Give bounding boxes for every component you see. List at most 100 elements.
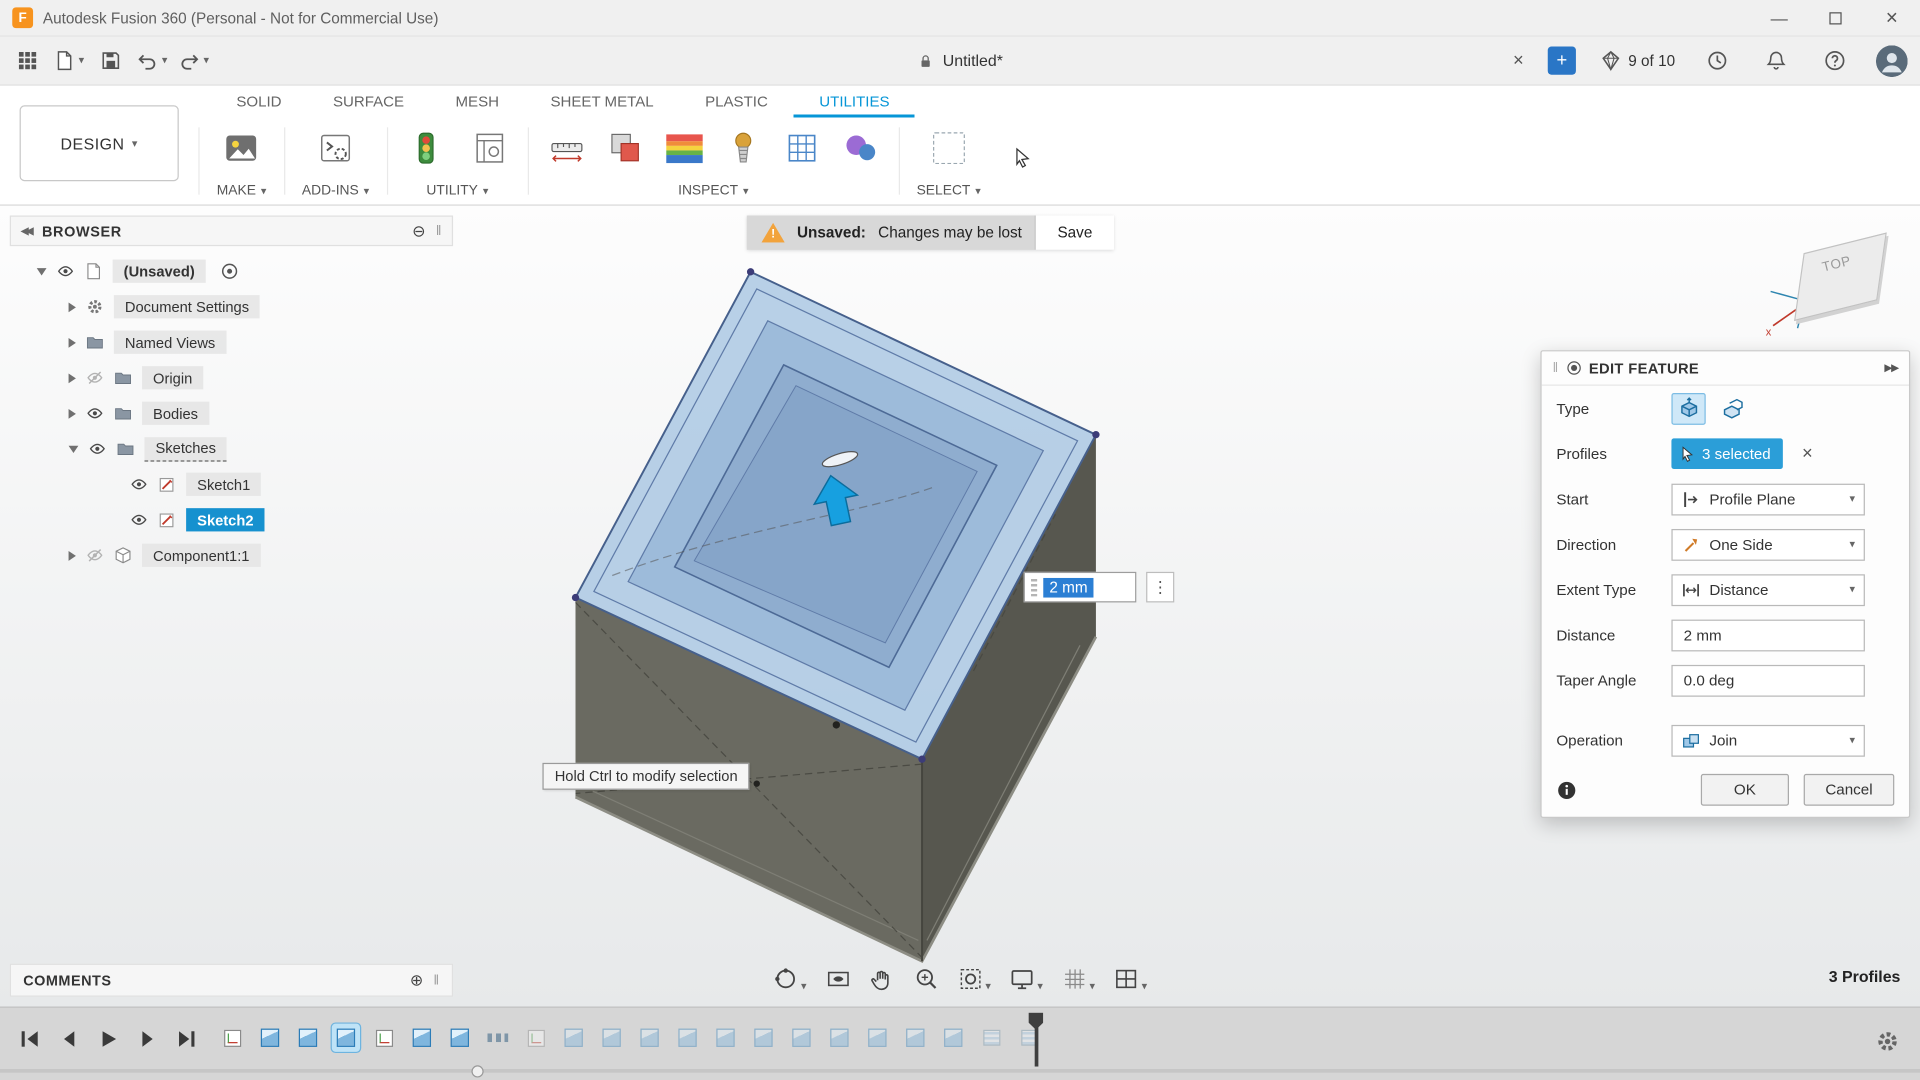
go-to-end-button[interactable] [174, 1026, 200, 1055]
browser-item-root[interactable]: (Unsaved) [10, 253, 453, 289]
interference-button[interactable] [604, 127, 646, 169]
file-menu-button[interactable]: ▾ [51, 43, 85, 77]
job-status-button[interactable] [1700, 43, 1734, 77]
ok-button[interactable]: OK [1701, 774, 1789, 806]
vertex-point[interactable] [1092, 431, 1099, 438]
clear-selection-button[interactable]: × [1795, 443, 1819, 464]
timeline-feature-item[interactable] [522, 1024, 550, 1052]
user-avatar[interactable] [1876, 45, 1908, 77]
tab-utilities[interactable]: UTILITIES [794, 86, 916, 118]
minimize-button[interactable]: — [1751, 0, 1807, 36]
timeline-scroll-knob[interactable] [471, 1065, 483, 1077]
select-group-label[interactable]: SELECT▾ [917, 178, 981, 205]
direction-dropdown[interactable]: One Side ▾ [1671, 528, 1864, 560]
utility-group-label[interactable]: UTILITY▾ [426, 178, 488, 205]
timeline-feature-item[interactable] [673, 1024, 701, 1052]
profiles-selected-button[interactable]: 3 selected [1671, 438, 1783, 469]
timeline-feature-item[interactable] [939, 1024, 967, 1052]
vertex-point[interactable] [918, 756, 925, 763]
visibility-eye-icon[interactable] [56, 262, 74, 280]
step-forward-button[interactable] [135, 1026, 161, 1055]
visibility-eye-icon[interactable] [86, 404, 104, 422]
timeline-feature-item[interactable] [218, 1024, 246, 1052]
expander-icon[interactable] [69, 337, 76, 347]
timeline-feature-item[interactable] [636, 1024, 664, 1052]
timeline-settings-button[interactable] [1875, 1029, 1901, 1058]
timeline-scrollbar[interactable] [0, 1069, 1920, 1073]
tab-solid[interactable]: SOLID [211, 86, 308, 118]
measure-button[interactable] [546, 127, 588, 169]
dialog-expand-icon[interactable]: ▶▶ [1884, 361, 1898, 374]
visibility-eye-icon[interactable] [88, 440, 106, 458]
play-button[interactable] [96, 1026, 122, 1055]
timeline-feature-item[interactable] [901, 1024, 929, 1052]
display-settings-button[interactable]: ▾ [1006, 962, 1047, 995]
document-tab[interactable]: Untitled* [917, 51, 1003, 69]
browser-item-sketches[interactable]: Sketches [10, 431, 453, 467]
make-button[interactable] [221, 127, 263, 169]
info-icon[interactable] [1556, 779, 1577, 800]
record-icon[interactable] [220, 262, 238, 280]
tab-plastic[interactable]: PLASTIC [679, 86, 793, 118]
curvature-analysis-button[interactable] [663, 127, 705, 169]
close-button[interactable]: × [1864, 0, 1920, 36]
timeline-feature-item[interactable] [711, 1024, 739, 1052]
comments-panel[interactable]: COMMENTS ⊕ ‖ [10, 964, 453, 997]
taper-angle-input[interactable]: 0.0 deg [1671, 664, 1864, 696]
dialog-drag-handle[interactable]: ‖ [1553, 361, 1559, 376]
view-cube[interactable]: TOP x [1761, 223, 1910, 341]
timeline-feature-item[interactable] [370, 1024, 398, 1052]
timeline-feature-item[interactable] [408, 1024, 436, 1052]
visibility-off-icon[interactable] [86, 546, 104, 564]
tab-close-button[interactable]: × [1504, 46, 1533, 75]
display-analysis-button[interactable] [839, 127, 881, 169]
panel-drag-handle[interactable]: ‖ [436, 223, 442, 238]
extensions-button[interactable]: 9 of 10 [1599, 49, 1675, 72]
tab-mesh[interactable]: MESH [430, 86, 525, 118]
browser-item-document-settings[interactable]: Document Settings [10, 289, 453, 325]
start-dropdown[interactable]: Profile Plane ▾ [1671, 483, 1864, 515]
extent-type-dropdown[interactable]: Distance ▾ [1671, 574, 1864, 606]
expand-panel-icon[interactable]: ⊕ [410, 970, 424, 990]
timeline-feature-item[interactable] [1015, 1024, 1043, 1052]
look-at-button[interactable] [821, 962, 854, 995]
model-canvas[interactable]: ! Unsaved: Changes may be lost Save ◀◀ B… [0, 206, 1920, 1007]
status-utility-button[interactable] [405, 127, 447, 169]
redo-button[interactable]: ▾ [176, 43, 210, 77]
addins-group-label[interactable]: ADD-INS▾ [302, 178, 369, 205]
timeline-feature-item[interactable] [256, 1024, 284, 1052]
select-button[interactable] [928, 127, 970, 169]
dimension-options-button[interactable]: ⋮ [1146, 572, 1174, 603]
parameters-button[interactable] [468, 127, 510, 169]
expander-icon[interactable] [69, 408, 76, 418]
vertex-point[interactable] [747, 268, 754, 275]
component-color-button[interactable] [781, 127, 823, 169]
browser-header[interactable]: ◀◀ BROWSER ⊖ ‖ [10, 216, 453, 247]
visibility-off-icon[interactable] [86, 369, 104, 387]
extrude-type-button[interactable] [1671, 392, 1705, 424]
panel-drag-handle[interactable]: ‖ [434, 973, 440, 988]
zoom-button[interactable] [909, 962, 942, 995]
expander-icon[interactable] [69, 445, 79, 452]
browser-item-sketch2[interactable]: Sketch2 [10, 502, 453, 538]
dimension-input[interactable]: 2 mm [1024, 572, 1137, 603]
fit-button[interactable]: ▾ [954, 962, 995, 995]
drag-grip-icon[interactable] [1031, 578, 1037, 596]
browser-item-origin[interactable]: Origin [10, 360, 453, 396]
undo-button[interactable]: ▾ [135, 43, 169, 77]
app-grid-button[interactable] [10, 43, 44, 77]
thin-extrude-type-button[interactable] [1716, 392, 1750, 424]
timeline-feature-item[interactable] [598, 1024, 626, 1052]
save-document-button[interactable]: Save [1034, 216, 1114, 250]
distance-input[interactable]: 2 mm [1671, 619, 1864, 651]
timeline-feature-item[interactable] [446, 1024, 474, 1052]
timeline-marker[interactable] [1035, 1015, 1038, 1066]
collapse-panel-icon[interactable]: ◀◀ [21, 225, 31, 236]
timeline-feature-item[interactable] [825, 1024, 853, 1052]
pan-button[interactable] [865, 962, 898, 995]
sketch-midpoint[interactable] [833, 721, 840, 728]
tab-surface[interactable]: SURFACE [307, 86, 430, 118]
visibility-eye-icon[interactable] [130, 475, 148, 493]
browser-item-sketch1[interactable]: Sketch1 [10, 467, 453, 503]
visibility-eye-icon[interactable] [130, 511, 148, 529]
